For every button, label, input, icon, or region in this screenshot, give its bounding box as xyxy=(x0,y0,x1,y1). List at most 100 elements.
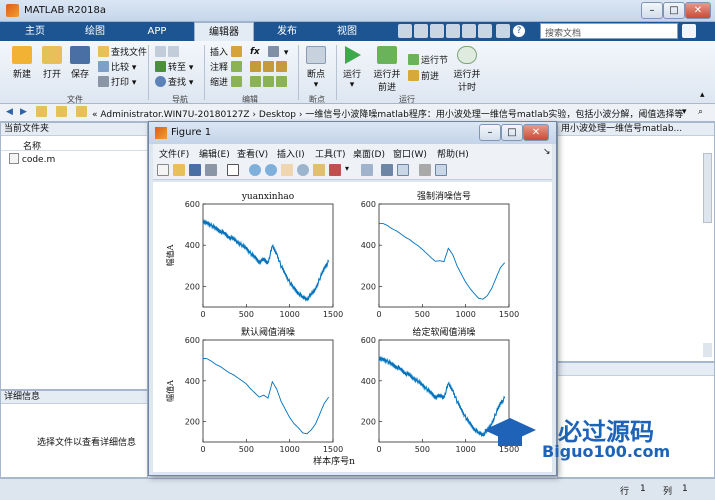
menu-tools[interactable]: 工具(T) xyxy=(315,147,346,160)
find-files-button[interactable]: 查找文件 xyxy=(98,46,147,59)
show-plot-tools-icon[interactable] xyxy=(435,164,447,176)
tab-apps[interactable]: APP xyxy=(128,22,186,41)
indent-tools[interactable] xyxy=(250,76,289,89)
zoom-out-icon[interactable] xyxy=(265,164,277,176)
forward-arrow-icon[interactable]: ▶ xyxy=(20,106,27,119)
link-plot-icon[interactable] xyxy=(361,164,373,176)
address-search-icon[interactable]: ⌕ xyxy=(698,106,703,119)
save-icon[interactable] xyxy=(189,164,201,176)
column-header[interactable]: 名称 xyxy=(1,137,147,152)
editor-scrollbar[interactable] xyxy=(703,153,712,223)
menu-edit[interactable]: 编辑(E) xyxy=(199,147,230,160)
print-button[interactable]: 打印 ▾ xyxy=(98,76,136,89)
hide-plot-tools-icon[interactable] xyxy=(419,164,431,176)
fx-button[interactable]: fx xyxy=(250,46,260,59)
menu-file[interactable]: 文件(F) xyxy=(159,147,189,160)
breakpoints-button[interactable]: 断点 ▾ xyxy=(302,46,330,90)
menu-window[interactable]: 窗口(W) xyxy=(393,147,427,160)
rotate-icon[interactable] xyxy=(297,164,309,176)
tab-view[interactable]: 视图 xyxy=(318,22,376,41)
open-icon[interactable] xyxy=(173,164,185,176)
print-icon[interactable] xyxy=(205,164,217,176)
legend-icon[interactable] xyxy=(397,164,409,176)
new-figure-icon[interactable] xyxy=(157,164,169,176)
stopwatch-icon xyxy=(457,46,477,64)
colorbar-icon[interactable] xyxy=(381,164,393,176)
y-tick-label: 200 xyxy=(185,282,200,291)
new-button[interactable]: 新建 xyxy=(8,46,36,80)
collapse-ribbon-button[interactable]: ▴ xyxy=(700,89,705,102)
figure-title: Figure 1 xyxy=(171,127,212,138)
compare-icon xyxy=(98,61,109,72)
run-section-button[interactable]: 运行节 xyxy=(408,54,448,67)
save-quick-icon[interactable] xyxy=(398,24,412,38)
address-bar: ◀ ▶ « Administrator.WIN7U-20180127Z › De… xyxy=(0,104,715,122)
y-tick-label: 600 xyxy=(185,336,200,345)
menu-help[interactable]: 帮助(H) xyxy=(437,147,469,160)
y-tick-label: 200 xyxy=(185,418,200,427)
address-dropdown[interactable]: ▾ xyxy=(682,106,687,119)
list-item[interactable]: code.m xyxy=(9,153,55,167)
goto-button[interactable]: 转至 ▾ xyxy=(155,61,193,74)
zoom-in-icon[interactable] xyxy=(249,164,261,176)
maximize-button[interactable]: □ xyxy=(663,2,685,19)
find-button[interactable]: 查找 ▾ xyxy=(155,76,193,89)
redo-quick-icon[interactable] xyxy=(478,24,492,38)
search-input[interactable]: 搜索文档 xyxy=(540,23,678,39)
open-button[interactable]: 打开 xyxy=(38,46,66,80)
format-dropdown[interactable]: ▾ xyxy=(268,46,288,59)
tab-home[interactable]: 主页 xyxy=(6,22,64,41)
tab-editor[interactable]: 编辑器 xyxy=(194,22,254,41)
minimize-button[interactable]: – xyxy=(641,2,663,19)
figure-minimize-button[interactable]: – xyxy=(479,124,501,141)
up-folder-icon[interactable] xyxy=(36,106,49,119)
x-tick-label: 500 xyxy=(415,445,430,454)
switch-windows-icon[interactable] xyxy=(496,24,510,38)
arrow-back-icon xyxy=(155,46,166,57)
data-cursor-icon[interactable] xyxy=(313,164,325,176)
menu-insert[interactable]: 插入(I) xyxy=(277,147,305,160)
address-path[interactable]: « Administrator.WIN7U-20180127Z › Deskto… xyxy=(92,107,683,120)
col-name-label: 名称 xyxy=(23,142,42,152)
comment-button[interactable]: 注释 xyxy=(210,61,244,74)
figure-logo-icon xyxy=(155,127,167,139)
insert-button[interactable]: 插入 xyxy=(210,46,244,59)
menu-desktop[interactable]: 桌面(D) xyxy=(353,147,385,160)
cut-quick-icon[interactable] xyxy=(414,24,428,38)
advance-button[interactable]: 前进 xyxy=(408,70,439,83)
brush-dropdown-icon[interactable]: ▾ xyxy=(345,164,357,176)
save-icon xyxy=(70,46,90,64)
editor-scroll-down[interactable] xyxy=(703,343,712,357)
tab-plots[interactable]: 绘图 xyxy=(66,22,124,41)
x-tick-label: 1500 xyxy=(323,310,343,319)
wrap-icon xyxy=(276,61,287,72)
run-button[interactable]: 运行 ▾ xyxy=(340,46,364,90)
search-icon[interactable] xyxy=(682,24,696,38)
menu-overflow-icon[interactable]: ↘ xyxy=(543,147,551,157)
run-time-button[interactable]: 运行并计时 xyxy=(450,46,484,93)
editor-panel: 用小波处理一维信号matlab... xyxy=(557,122,715,362)
matlab-logo-icon xyxy=(6,4,19,17)
compare-button[interactable]: 比较 ▾ xyxy=(98,61,136,74)
pointer-icon[interactable] xyxy=(227,164,239,176)
menu-view[interactable]: 查看(V) xyxy=(237,147,268,160)
play-icon xyxy=(345,46,361,64)
browse-folder-icon[interactable] xyxy=(56,106,69,119)
copy-quick-icon[interactable] xyxy=(430,24,444,38)
y-tick-label: 600 xyxy=(185,200,200,209)
run-advance-button[interactable]: 运行并前进 xyxy=(370,46,404,93)
close-button[interactable]: ✕ xyxy=(685,2,711,19)
nav-back-button[interactable] xyxy=(155,46,181,59)
tab-publish[interactable]: 发布 xyxy=(258,22,316,41)
undo-quick-icon[interactable] xyxy=(462,24,476,38)
indent-button[interactable]: 缩进 xyxy=(210,76,244,89)
figure-close-button[interactable]: ✕ xyxy=(523,124,549,141)
brush-icon[interactable] xyxy=(329,164,341,176)
help-icon[interactable]: ? xyxy=(512,24,526,38)
pan-icon[interactable] xyxy=(281,164,293,176)
paste-quick-icon[interactable] xyxy=(446,24,460,38)
save-button[interactable]: 保存 xyxy=(66,46,94,80)
figure-maximize-button[interactable]: □ xyxy=(501,124,523,141)
comment-tools[interactable] xyxy=(250,61,289,74)
back-arrow-icon[interactable]: ◀ xyxy=(6,106,13,119)
